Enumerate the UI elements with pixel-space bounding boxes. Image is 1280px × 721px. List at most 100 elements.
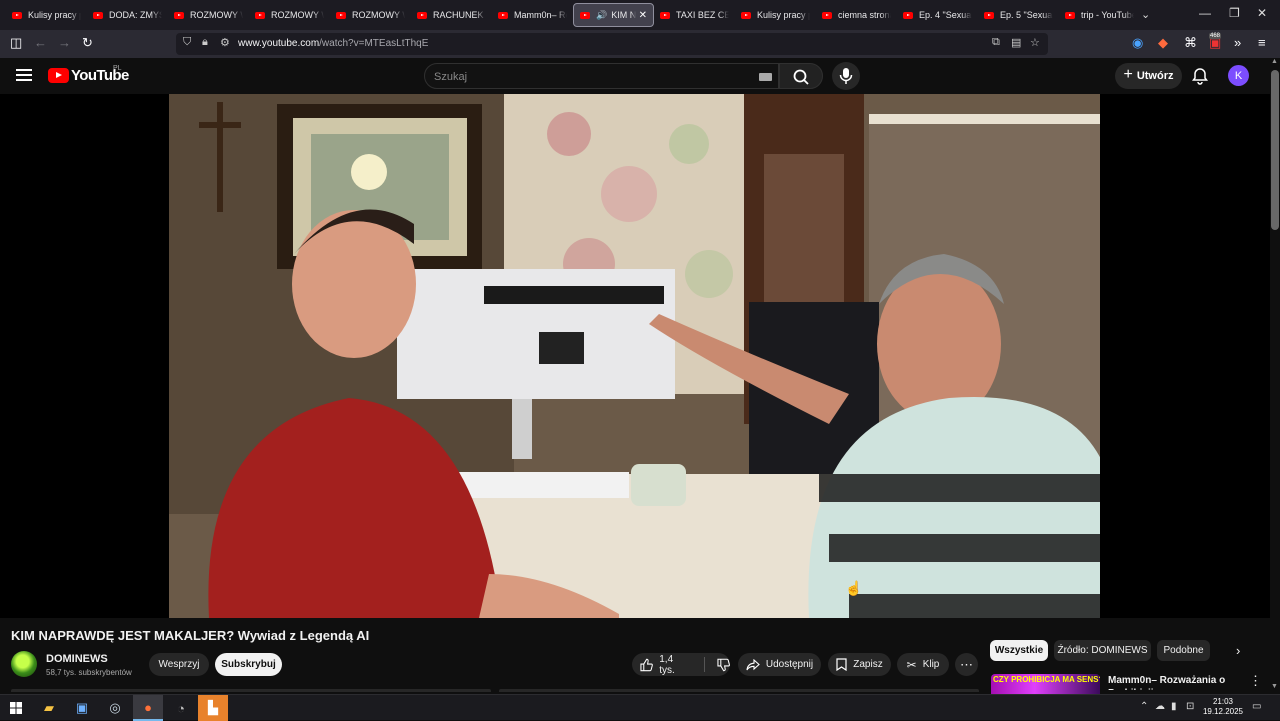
taskbar-app-orange[interactable]: ▙	[198, 695, 228, 721]
overflow-chevron-icon[interactable]: »	[1234, 35, 1241, 50]
shield-icon[interactable]: ⛉	[183, 36, 191, 49]
browser-tab[interactable]: trip - YouTube	[1059, 3, 1140, 27]
channel-name[interactable]: DOMINEWS	[46, 653, 108, 665]
browser-tab[interactable]: ciemna strona	[816, 3, 897, 27]
scroll-up-icon[interactable]: ▲	[1271, 58, 1278, 65]
url-text[interactable]: www.youtube.com/watch?v=MTEasLtThqE	[238, 38, 428, 49]
taskbar-firefox[interactable]: ●	[133, 695, 163, 721]
extension-icon[interactable]: ◆	[1158, 35, 1168, 51]
browser-tab-strip: Kulisy pracy pr DODA: ZMYŚLI ROZMOWY W R…	[0, 0, 1280, 30]
browser-tab[interactable]: Ep. 5 "Sexual B	[978, 3, 1059, 27]
account-avatar[interactable]: K	[1228, 65, 1249, 86]
tab-title: TAXI BEZ CENZ	[676, 10, 729, 20]
tab-title: Mamm0n– Roz	[514, 10, 567, 20]
reload-icon[interactable]: ↻	[82, 35, 93, 51]
list-all-tabs-icon[interactable]: ⌄	[1141, 8, 1150, 21]
browser-tab[interactable]: Kulisy pracy pr	[6, 3, 87, 27]
notifications-bell-icon[interactable]	[1190, 66, 1210, 86]
guide-menu-icon[interactable]	[16, 69, 32, 81]
support-button[interactable]: Wesprzyj	[149, 653, 209, 676]
youtube-favicon-icon	[741, 11, 751, 19]
channel-avatar[interactable]	[11, 651, 37, 677]
browser-tab[interactable]: Ep. 4 "Sexual B	[897, 3, 978, 27]
taskbar-clock[interactable]: 21:03 19.12.2025	[1200, 697, 1246, 717]
browser-tab[interactable]: ROZMOWY W	[249, 3, 330, 27]
tray-chevron-icon[interactable]: ⌃	[1140, 701, 1148, 712]
vpn-extension-icon[interactable]: ◉	[1132, 35, 1143, 51]
recommendation-thumbnail[interactable]: CZY PROHIBICJA MA SENS?	[991, 674, 1100, 694]
extensions-puzzle-icon[interactable]: ⌘	[1184, 35, 1197, 51]
youtube-logo-icon[interactable]	[48, 68, 69, 83]
chip-related[interactable]: Podobne	[1157, 640, 1210, 661]
browser-tab[interactable]: ROZMOWY W	[330, 3, 411, 27]
start-button[interactable]	[1, 695, 31, 721]
share-button[interactable]: Udostępnij	[738, 653, 821, 676]
picture-in-picture-icon[interactable]: ⧉	[992, 36, 1000, 49]
bookmark-star-icon[interactable]: ☆	[1030, 36, 1040, 49]
address-bar[interactable]: ⛉ 🔒︎ ⚙︎ www.youtube.com/watch?v=MTEasLtT…	[176, 33, 1048, 55]
chip-label: Podobne	[1163, 645, 1204, 656]
app-menu-icon[interactable]: ≡	[1258, 35, 1266, 50]
notifications-icon[interactable]: ▭	[1252, 701, 1261, 712]
scrollbar-thumb[interactable]	[1271, 70, 1279, 230]
subscribe-button[interactable]: Subskrybuj	[215, 653, 282, 676]
voice-search-button[interactable]	[832, 62, 860, 90]
scroll-down-icon[interactable]: ▼	[1271, 683, 1278, 690]
speaker-icon[interactable]: 🔊	[596, 10, 607, 21]
browser-tab[interactable]: DODA: ZMYŚLI	[87, 3, 168, 27]
onedrive-icon[interactable]: ☁	[1155, 701, 1165, 712]
recommendation-title[interactable]: Mamm0n– Rozważania o Prohibicji	[1108, 674, 1233, 690]
tab-title: Ep. 5 "Sexual B	[1000, 10, 1053, 20]
tray-app-icon[interactable]: ▮	[1171, 701, 1177, 712]
browser-tab[interactable]: Kulisy pracy pr	[735, 3, 816, 27]
tab-title: KIM NA	[611, 10, 636, 20]
like-button[interactable]: 1,4 tys.	[640, 654, 690, 676]
close-tab-icon[interactable]: ✕	[639, 10, 647, 21]
taskbar-file-explorer[interactable]: ▰	[34, 695, 64, 721]
youtube-favicon-icon	[255, 11, 265, 19]
save-button[interactable]: Zapisz	[828, 653, 891, 676]
recommendation-menu-icon[interactable]: ⋮	[1249, 673, 1262, 689]
clip-label: Klip	[922, 659, 940, 670]
browser-tab[interactable]: ROZMOWY W	[168, 3, 249, 27]
chip-channel-source[interactable]: Źródło: DOMINEWS	[1054, 640, 1151, 661]
permissions-icon[interactable]: ⚙︎	[220, 36, 230, 49]
chip-all[interactable]: Wszystkie	[990, 640, 1048, 661]
thumbs-down-icon[interactable]	[717, 658, 730, 672]
browser-tab-active[interactable]: 🔊 KIM NA✕	[573, 3, 654, 27]
create-button[interactable]: + Utwórz	[1115, 63, 1182, 89]
clip-button[interactable]: ✂ Klip	[897, 653, 949, 676]
network-icon[interactable]: ⊡	[1186, 701, 1194, 712]
clock-time: 21:03	[1212, 697, 1234, 706]
like-dislike-group: 1,4 tys.	[632, 653, 730, 676]
close-window-icon[interactable]: ✕	[1257, 6, 1267, 20]
restore-icon[interactable]: ❐	[1229, 6, 1240, 20]
description-box-edge	[11, 689, 491, 692]
video-frame[interactable]	[169, 94, 1100, 618]
chevron-right-icon[interactable]: ›	[1236, 643, 1240, 658]
back-icon[interactable]: ←	[34, 35, 47, 50]
taskbar-app[interactable]: ◔	[166, 695, 196, 721]
app-icon: ◔	[177, 700, 185, 716]
page-scrollbar[interactable]: ▲ ▼	[1270, 58, 1280, 690]
tab-title: ciemna strona	[838, 10, 891, 20]
youtube-header: YouTube PL Szukaj + Utwórz K	[0, 58, 1270, 94]
forward-icon[interactable]: →	[58, 35, 71, 50]
tab-title: ROZMOWY W	[190, 10, 243, 20]
taskbar-app[interactable]: ▣	[67, 695, 97, 721]
lock-icon[interactable]: 🔒︎	[202, 36, 208, 49]
youtube-favicon-icon	[580, 11, 590, 19]
browser-tab[interactable]: TAXI BEZ CENZ	[654, 3, 735, 27]
reader-view-icon[interactable]: ▤	[1011, 36, 1021, 49]
browser-tab[interactable]: Mamm0n– Roz	[492, 3, 573, 27]
keyboard-icon[interactable]	[759, 73, 772, 81]
video-player[interactable]: ☝	[0, 94, 1270, 618]
taskbar-steam[interactable]: ◎	[100, 695, 130, 721]
minimize-icon[interactable]: —	[1199, 6, 1211, 20]
extension-badge: 468	[1209, 33, 1222, 39]
browser-tab[interactable]: RACHUNEK SU	[411, 3, 492, 27]
sidebar-toggle-icon[interactable]: ◫	[10, 35, 22, 51]
search-button[interactable]	[779, 63, 823, 89]
search-input[interactable]: Szukaj	[424, 63, 779, 89]
more-actions-button[interactable]: ⋯	[955, 653, 978, 676]
